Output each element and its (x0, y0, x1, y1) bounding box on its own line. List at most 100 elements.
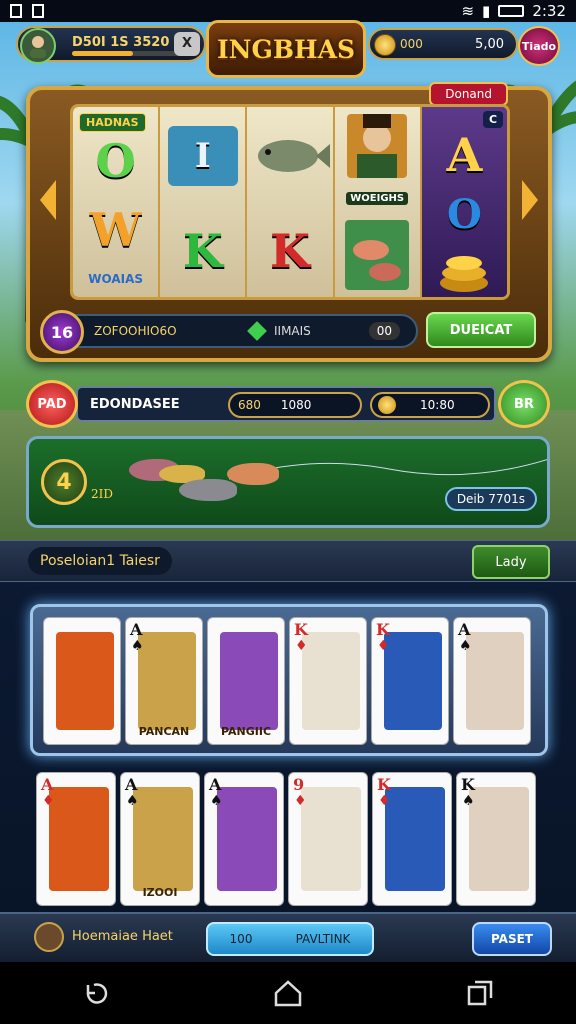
reel-symbol: I (194, 136, 211, 176)
next-arrow-icon[interactable] (522, 180, 538, 220)
playing-card[interactable] (43, 617, 121, 745)
status-bar: ≋ ▮ 2:32 (0, 0, 576, 22)
reel-badge: HADNAS (79, 113, 146, 132)
card-suit: ♦ (378, 793, 391, 809)
treasure-coins-icon (440, 255, 489, 292)
card-art (220, 632, 278, 730)
bet-value-prefix: 680 (238, 398, 261, 412)
prev-arrow-icon[interactable] (40, 180, 56, 220)
card-art (466, 632, 524, 730)
wifi-icon: ≋ (461, 2, 475, 20)
card-rank: K (294, 620, 308, 639)
card-art (49, 787, 109, 891)
footer-pill[interactable]: 100 PAVLTINK (206, 922, 374, 956)
footer-value: 100 (229, 932, 253, 946)
fish-bucket-icon (345, 219, 410, 290)
fish-icon (227, 463, 279, 485)
reel-2: I K (160, 107, 248, 297)
card-rank: A (209, 775, 222, 794)
card-rank: A (458, 620, 471, 639)
reel-symbol: O (446, 190, 482, 238)
counter: 00 (368, 322, 400, 340)
card-suit: ♦ (377, 638, 390, 654)
bet-value: 1080 (280, 398, 312, 412)
card-suit: ♦ (42, 793, 55, 809)
avatar[interactable] (20, 28, 56, 64)
table-cards: A ♦ A ♠ IZOOI A ♠ 9 ♦ K ♦ K ♠ (36, 772, 540, 906)
battery-icon (498, 5, 525, 17)
card-rank: K (377, 775, 391, 794)
back-icon[interactable] (82, 979, 110, 1007)
card-suit: ♠ (126, 793, 139, 809)
card-suit: ♠ (131, 638, 144, 654)
fisherman-icon (347, 114, 408, 179)
reel-label: WOEIGHS (346, 192, 409, 206)
gem-text: IIMAIS (274, 324, 311, 338)
bet-label: EDONDASEE (90, 397, 180, 412)
card-rank: 9 (293, 775, 305, 794)
table-bar: Poseloian1 Taiesr Lady (0, 540, 576, 582)
footer-button[interactable]: PASET (472, 922, 552, 956)
promo-label[interactable]: Donand (429, 82, 508, 106)
increase-bet-button[interactable]: BR (498, 380, 550, 428)
playing-card[interactable]: K ♠ (456, 772, 536, 906)
footer-label: Hoemaiae Haet (72, 929, 173, 944)
reel-corner-label: C (482, 111, 504, 128)
spin-button[interactable]: DUEICAT (426, 312, 536, 348)
bet-value-pill[interactable]: 680 1080 (228, 392, 362, 418)
decrease-bet-button[interactable]: PAD (26, 380, 78, 428)
playing-card[interactable]: A ♦ (36, 772, 116, 906)
coin-balance[interactable]: 000 5,00 (368, 28, 518, 60)
xp-bar (72, 51, 182, 56)
card-art (301, 787, 361, 891)
reel-symbol: K (182, 224, 223, 278)
card-art (469, 787, 529, 891)
coin-amount: 5,00 (475, 37, 504, 52)
playing-card[interactable]: K ♦ (372, 772, 452, 906)
playing-card[interactable]: PANGIIC (207, 617, 285, 745)
card-suit: ♦ (295, 638, 308, 654)
playing-card[interactable]: A ♠ (204, 772, 284, 906)
card-art (138, 632, 196, 730)
playing-card[interactable]: A ♠ (453, 617, 531, 745)
fish-value[interactable]: Deib 7701s (444, 487, 537, 511)
playing-card[interactable]: K ♦ (371, 617, 449, 745)
player-profile[interactable]: D50I 1S 3520 X (16, 26, 206, 64)
system-nav-bar (0, 962, 576, 1024)
top-bar: D50I 1S 3520 X INGBHAS 000 5,00 Tiado (16, 20, 560, 78)
catch-number: 2ID (91, 487, 113, 501)
fish-count-badge: 4 (41, 459, 87, 505)
win-value-pill[interactable]: 10:80 (370, 392, 490, 418)
playing-card[interactable]: A ♠ IZOOI (120, 772, 200, 906)
playing-card[interactable]: K ♦ (289, 617, 367, 745)
shop-button[interactable]: Tiado (518, 26, 560, 66)
card-art (217, 787, 277, 891)
slot-info-bar: 16 ZOFOOHIO6O IIMAIS 00 (40, 310, 418, 354)
leave-button[interactable]: Lady (472, 545, 550, 579)
reel-symbol: A (446, 127, 483, 182)
footer-bar: Hoemaiae Haet 100 PAVLTINK PASET (0, 912, 576, 962)
reel-symbol: O (95, 134, 136, 189)
card-rank: A (41, 775, 54, 794)
fish-tile: I (167, 126, 238, 186)
playing-card[interactable]: 9 ♦ (288, 772, 368, 906)
house-icon[interactable] (34, 922, 64, 952)
coin-icon (378, 396, 396, 414)
playing-card[interactable]: A ♠ PANCAN (125, 617, 203, 745)
table-label: Poseloian1 Taiesr (28, 547, 172, 575)
reel-label: WOAIAS (88, 271, 143, 286)
notification-icon (10, 4, 22, 18)
player-icon (30, 36, 46, 58)
level-badge: 16 (40, 310, 84, 354)
recents-icon[interactable] (466, 979, 494, 1007)
fish-icon (258, 140, 330, 172)
xp-bar-fill (72, 51, 133, 56)
fish-icon (179, 479, 237, 501)
card-caption: PANGIIC (220, 725, 272, 738)
reel-symbol: W (89, 202, 142, 257)
card-suit: ♠ (210, 793, 223, 809)
signal-icon: ▮ (482, 2, 491, 20)
slot-machine: Donand HADNAS O W WOAIAS I K K WOEIGHS C… (26, 82, 552, 362)
home-icon[interactable] (273, 979, 303, 1007)
close-button[interactable]: X (174, 32, 200, 56)
